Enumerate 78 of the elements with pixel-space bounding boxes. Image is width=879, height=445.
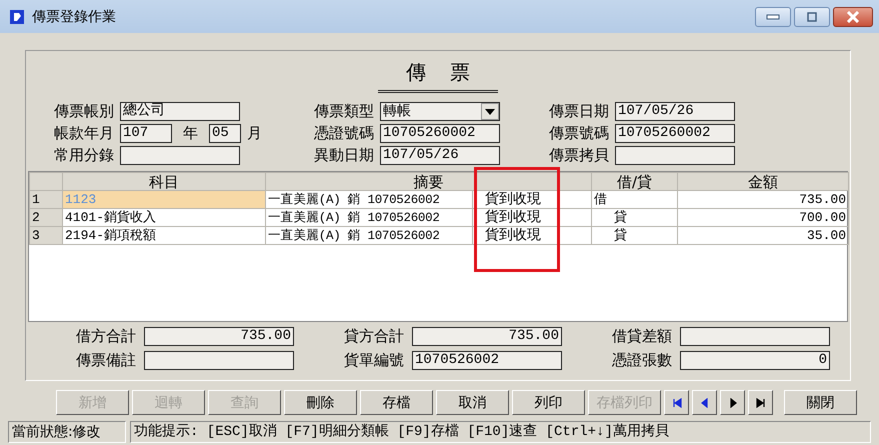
input-field[interactable]: 0: [680, 351, 830, 370]
field-label: 常用分錄: [54, 146, 114, 165]
column-header: 摘要: [266, 172, 592, 190]
row-number: 1: [30, 190, 62, 208]
next-icon: [728, 398, 738, 408]
input-field[interactable]: 107/05/26: [615, 102, 735, 121]
table-cell[interactable]: 2194-銷項稅額: [62, 226, 266, 244]
nav-button[interactable]: [692, 390, 717, 415]
table-cell: 借: [592, 190, 678, 208]
field-label: 帳款年月: [54, 124, 114, 143]
status-hint: 功能提示: [ESC]取消 [F7]明細分類帳 [F9]存檔 [F10]速查 [Ctrl+↓]萬用拷貝: [130, 421, 871, 443]
input-field[interactable]: 735.00: [144, 327, 294, 346]
maximize-button[interactable]: [794, 6, 830, 26]
row-number: 2: [30, 208, 62, 226]
table-cell: 貸: [592, 226, 678, 244]
input-field[interactable]: 1070526002: [412, 351, 562, 370]
field-label: 憑證張數: [612, 351, 672, 370]
table-cell: 700.00: [678, 208, 848, 226]
input-field[interactable]: [615, 146, 735, 165]
caret-icon: [485, 108, 495, 114]
previous-icon: [700, 398, 710, 408]
column-header: 借/貸: [592, 172, 678, 190]
field-label: 傳票備註: [76, 351, 136, 370]
month-unit: 月: [247, 124, 262, 143]
app-icon: [8, 8, 26, 26]
field-label: 傳票號碼: [549, 124, 609, 143]
input-field[interactable]: [120, 146, 240, 165]
table-cell: 一直美麗(A) 銷 1070526002: [266, 226, 472, 244]
maximize-icon: [807, 12, 817, 22]
status-text: 當前狀態:修改: [8, 421, 126, 443]
nav-button[interactable]: [720, 390, 745, 415]
close-icon: [846, 10, 860, 22]
nav-button[interactable]: [748, 390, 773, 415]
toolbar-button[interactable]: 列印: [512, 390, 585, 415]
field-label: 憑證號碼: [314, 124, 374, 143]
last-icon: [756, 398, 766, 408]
row-number: 3: [30, 226, 62, 244]
toolbar-button[interactable]: 存檔: [360, 390, 433, 415]
minimize-icon: [766, 14, 780, 20]
table-cell: 貨到收現: [472, 208, 592, 226]
field-label: 傳票拷貝: [549, 146, 609, 165]
table-cell: 35.00: [678, 226, 848, 244]
table-cell[interactable]: 4101-銷貨收入: [62, 208, 266, 226]
input-field[interactable]: [144, 351, 294, 370]
table-cell: 735.00: [678, 190, 848, 208]
table-cell: 一直美麗(A) 銷 1070526002: [266, 208, 472, 226]
year-field[interactable]: 107: [120, 124, 172, 143]
input-field[interactable]: 10705260002: [380, 124, 500, 143]
table-cell: 貨到收現: [472, 226, 592, 244]
field-label: 傳票類型: [314, 102, 374, 121]
dropdown-field[interactable]: 轉帳: [380, 102, 500, 121]
field-label: 傳票帳別: [54, 102, 114, 121]
table-cell: 貨到收現: [472, 190, 592, 208]
year-unit: 年: [183, 124, 198, 143]
toolbar-button[interactable]: 取消: [436, 390, 509, 415]
field-label: 異動日期: [314, 146, 374, 165]
form-title: 傳 票: [378, 59, 498, 93]
field-label: 貨單編號: [344, 351, 404, 370]
close-button[interactable]: [833, 6, 873, 26]
field-label: 傳票日期: [549, 102, 609, 121]
toolbar-button[interactable]: 刪除: [284, 390, 357, 415]
field-label: 貸方合計: [344, 327, 404, 346]
input-field[interactable]: 10705260002: [615, 124, 735, 143]
table-cell: 一直美麗(A) 銷 1070526002: [266, 190, 472, 208]
column-header: 金額: [678, 172, 848, 190]
table-cell: 貸: [592, 208, 678, 226]
minimize-button[interactable]: [755, 6, 791, 26]
field-label: 借方合計: [76, 327, 136, 346]
first-icon: [672, 398, 682, 408]
nav-button[interactable]: [664, 390, 689, 415]
field-label: 借貸差額: [612, 327, 672, 346]
column-header: 科目: [62, 172, 266, 190]
input-field[interactable]: [680, 327, 830, 346]
input-field[interactable]: 107/05/26: [380, 146, 500, 165]
window-title: 傳票登錄作業: [32, 8, 117, 26]
input-field[interactable]: 735.00: [412, 327, 562, 346]
close-form-button[interactable]: 關閉: [784, 390, 857, 415]
month-field[interactable]: 05: [209, 124, 241, 143]
